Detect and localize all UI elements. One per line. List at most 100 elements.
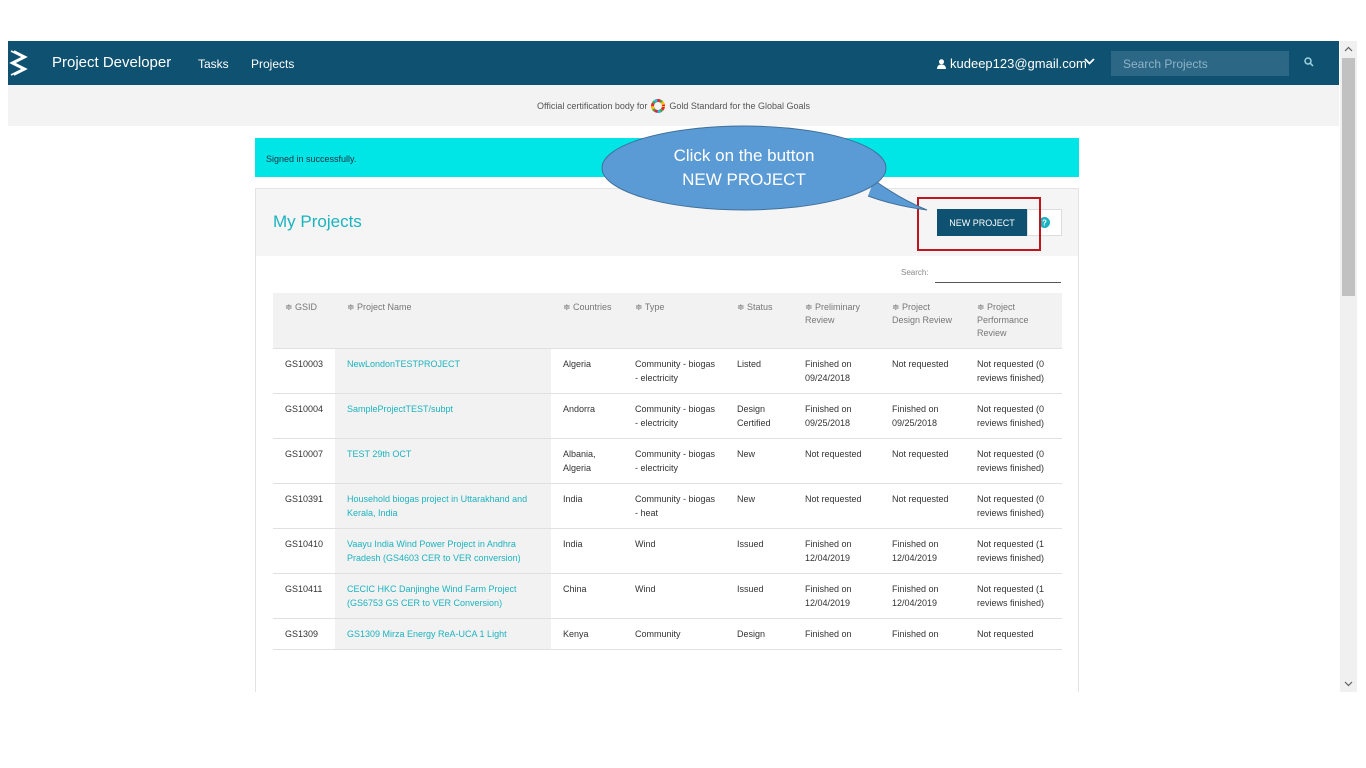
table-row: GS10007 TEST 29th OCT Albania, Algeria C…: [273, 438, 1062, 484]
my-projects-panel: My Projects NEW PROJECT ? Search: ≑ GSID…: [255, 188, 1079, 692]
nav-link-tasks[interactable]: Tasks: [198, 57, 229, 71]
table-row: GS10004 SampleProjectTEST/subpt Andorra …: [273, 393, 1062, 439]
cell-gsid: GS10411: [273, 573, 335, 619]
callout-line-1: Click on the button: [673, 146, 815, 165]
cell-preliminary-review: Finished on 12/04/2019: [793, 528, 880, 574]
scroll-up-arrow[interactable]: [1340, 41, 1357, 57]
cell-gsid: GS1309: [273, 618, 335, 650]
cell-countries: India: [551, 483, 623, 529]
cell-preliminary-review: Not requested: [793, 438, 880, 484]
project-name-link[interactable]: NewLondonTESTPROJECT: [347, 359, 460, 369]
table-search-label: Search:: [901, 268, 929, 277]
cert-org[interactable]: Gold Standard for the Global Goals: [669, 101, 810, 111]
help-button[interactable]: ?: [1027, 209, 1062, 236]
chevron-down-icon[interactable]: [1084, 57, 1095, 66]
col-header-status[interactable]: ≑ Status: [725, 293, 793, 349]
col-header-preliminary-review[interactable]: ≑ Preliminary Review: [793, 293, 880, 349]
certification-bar: Official certification body for Gold Sta…: [8, 85, 1339, 126]
cell-preliminary-review: Not requested: [793, 483, 880, 529]
nav-link-projects[interactable]: Projects: [251, 57, 294, 71]
scroll-down-arrow[interactable]: [1340, 676, 1357, 692]
cell-type: Community: [623, 618, 725, 650]
cell-status: Listed: [725, 348, 793, 394]
user-icon: [937, 58, 946, 69]
cell-gsid: GS10003: [273, 348, 335, 394]
cell-type: Community - biogas - heat: [623, 483, 725, 529]
project-name-link[interactable]: TEST 29th OCT: [347, 449, 411, 459]
cell-performance-review: Not requested: [965, 618, 1062, 650]
cell-status: New: [725, 438, 793, 484]
cell-status: New: [725, 483, 793, 529]
project-name-link[interactable]: CECIC HKC Danjinghe Wind Farm Project (G…: [347, 584, 517, 608]
cell-type: Wind: [623, 528, 725, 574]
cell-performance-review: Not requested (0 reviews finished): [965, 393, 1062, 439]
project-name-link[interactable]: Household biogas project in Uttarakhand …: [347, 494, 527, 518]
cell-design-review: Not requested: [880, 348, 965, 394]
top-navbar: Project Developer Tasks Projects kudeep1…: [8, 41, 1339, 85]
callout-text: Click on the button NEW PROJECT: [612, 144, 876, 192]
svg-text:?: ?: [1042, 219, 1047, 228]
table-search-input[interactable]: [935, 264, 1061, 283]
col-header-type[interactable]: ≑ Type: [623, 293, 725, 349]
cell-preliminary-review: Finished on 12/04/2019: [793, 573, 880, 619]
col-header-project-design-review[interactable]: ≑ Project Design Review: [880, 293, 965, 349]
cell-gsid: GS10391: [273, 483, 335, 529]
cell-preliminary-review: Finished on 09/24/2018: [793, 348, 880, 394]
cell-gsid: GS10007: [273, 438, 335, 484]
cell-preliminary-review: Finished on: [793, 618, 880, 650]
cell-gsid: GS10410: [273, 528, 335, 574]
cell-countries: Kenya: [551, 618, 623, 650]
project-name-link[interactable]: SampleProjectTEST/subpt: [347, 404, 453, 414]
col-header-project-performance-review[interactable]: ≑ Project Performance Review: [965, 293, 1062, 349]
cell-gsid: GS10004: [273, 393, 335, 439]
cell-performance-review: Not requested (1 reviews finished): [965, 528, 1062, 574]
table-row: GS10410 Vaayu India Wind Power Project i…: [273, 528, 1062, 574]
cell-type: Wind: [623, 573, 725, 619]
cell-type: Community - biogas - electricity: [623, 393, 725, 439]
table-row: GS10003 NewLondonTESTPROJECT Algeria Com…: [273, 348, 1062, 394]
cell-countries: India: [551, 528, 623, 574]
chevron-up-icon: [1344, 46, 1353, 52]
cell-design-review: Finished on: [880, 618, 965, 650]
table-row: GS10391 Household biogas project in Utta…: [273, 483, 1062, 529]
col-header-project-name[interactable]: ≑ Project Name: [335, 293, 551, 349]
global-goals-logo-icon: [651, 98, 666, 113]
cell-performance-review: Not requested (0 reviews finished): [965, 483, 1062, 529]
project-name-link[interactable]: GS1309 Mirza Energy ReA-UCA 1 Light: [347, 629, 507, 639]
page-title: My Projects: [273, 212, 362, 231]
cert-prefix: Official certification body for: [537, 100, 648, 111]
cell-status: Design Certified: [725, 393, 793, 439]
col-header-countries[interactable]: ≑ Countries: [551, 293, 623, 349]
cell-design-review: Not requested: [880, 438, 965, 484]
cell-status: Issued: [725, 573, 793, 619]
cell-performance-review: Not requested (0 reviews finished): [965, 348, 1062, 394]
vertical-scrollbar[interactable]: [1340, 41, 1357, 692]
cell-countries: Andorra: [551, 393, 623, 439]
cell-type: Community - biogas - electricity: [623, 348, 725, 394]
cell-status: Design: [725, 618, 793, 650]
scroll-thumb[interactable]: [1342, 58, 1355, 296]
cell-design-review: Finished on 12/04/2019: [880, 528, 965, 574]
gold-standard-logo-icon[interactable]: [8, 47, 28, 79]
search-icon[interactable]: [1304, 57, 1314, 67]
table-row: GS1309 GS1309 Mirza Energy ReA-UCA 1 Lig…: [273, 618, 1062, 650]
callout-line-2: NEW PROJECT: [682, 170, 806, 189]
new-project-button[interactable]: NEW PROJECT: [937, 209, 1027, 236]
chevron-down-small-icon: [1344, 681, 1353, 687]
cell-countries: Albania, Algeria: [551, 438, 623, 484]
cell-countries: China: [551, 573, 623, 619]
brand-title[interactable]: Project Developer: [52, 54, 171, 71]
cell-design-review: Finished on 09/25/2018: [880, 393, 965, 439]
cell-status: Issued: [725, 528, 793, 574]
projects-table: ≑ GSID ≑ Project Name ≑ Countries ≑ Type…: [273, 293, 1062, 650]
help-icon: ?: [1039, 217, 1050, 228]
search-projects-input[interactable]: [1111, 51, 1289, 76]
user-menu[interactable]: kudeep123@gmail.com: [937, 56, 1087, 71]
project-name-link[interactable]: Vaayu India Wind Power Project in Andhra…: [347, 539, 521, 563]
cell-performance-review: Not requested (1 reviews finished): [965, 573, 1062, 619]
cell-performance-review: Not requested (0 reviews finished): [965, 438, 1062, 484]
col-header-gsid[interactable]: ≑ GSID: [273, 293, 335, 349]
cell-type: Community - biogas - electricity: [623, 438, 725, 484]
cell-preliminary-review: Finished on 09/25/2018: [793, 393, 880, 439]
table-row: GS10411 CECIC HKC Danjinghe Wind Farm Pr…: [273, 573, 1062, 619]
